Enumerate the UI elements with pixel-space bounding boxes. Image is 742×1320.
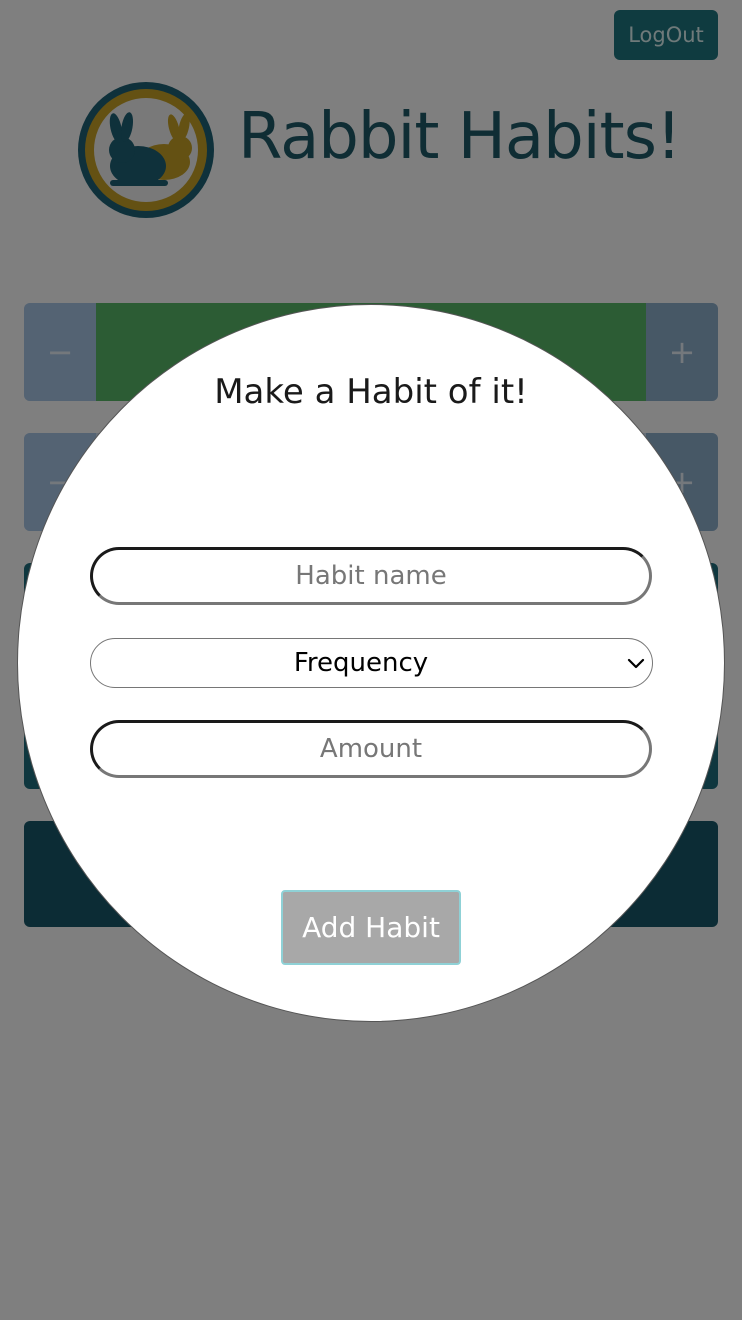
frequency-select[interactable]: Frequency [90, 638, 653, 688]
modal-title: Make a Habit of it! [214, 372, 528, 412]
chevron-down-icon [627, 658, 645, 669]
add-habit-button[interactable]: Add Habit [281, 890, 461, 965]
app-root: LogOut Rabbit Habits! − + − + [0, 0, 742, 1320]
amount-input[interactable] [90, 720, 652, 778]
frequency-selected-value: Frequency [293, 647, 429, 678]
habit-name-input[interactable] [90, 547, 652, 605]
